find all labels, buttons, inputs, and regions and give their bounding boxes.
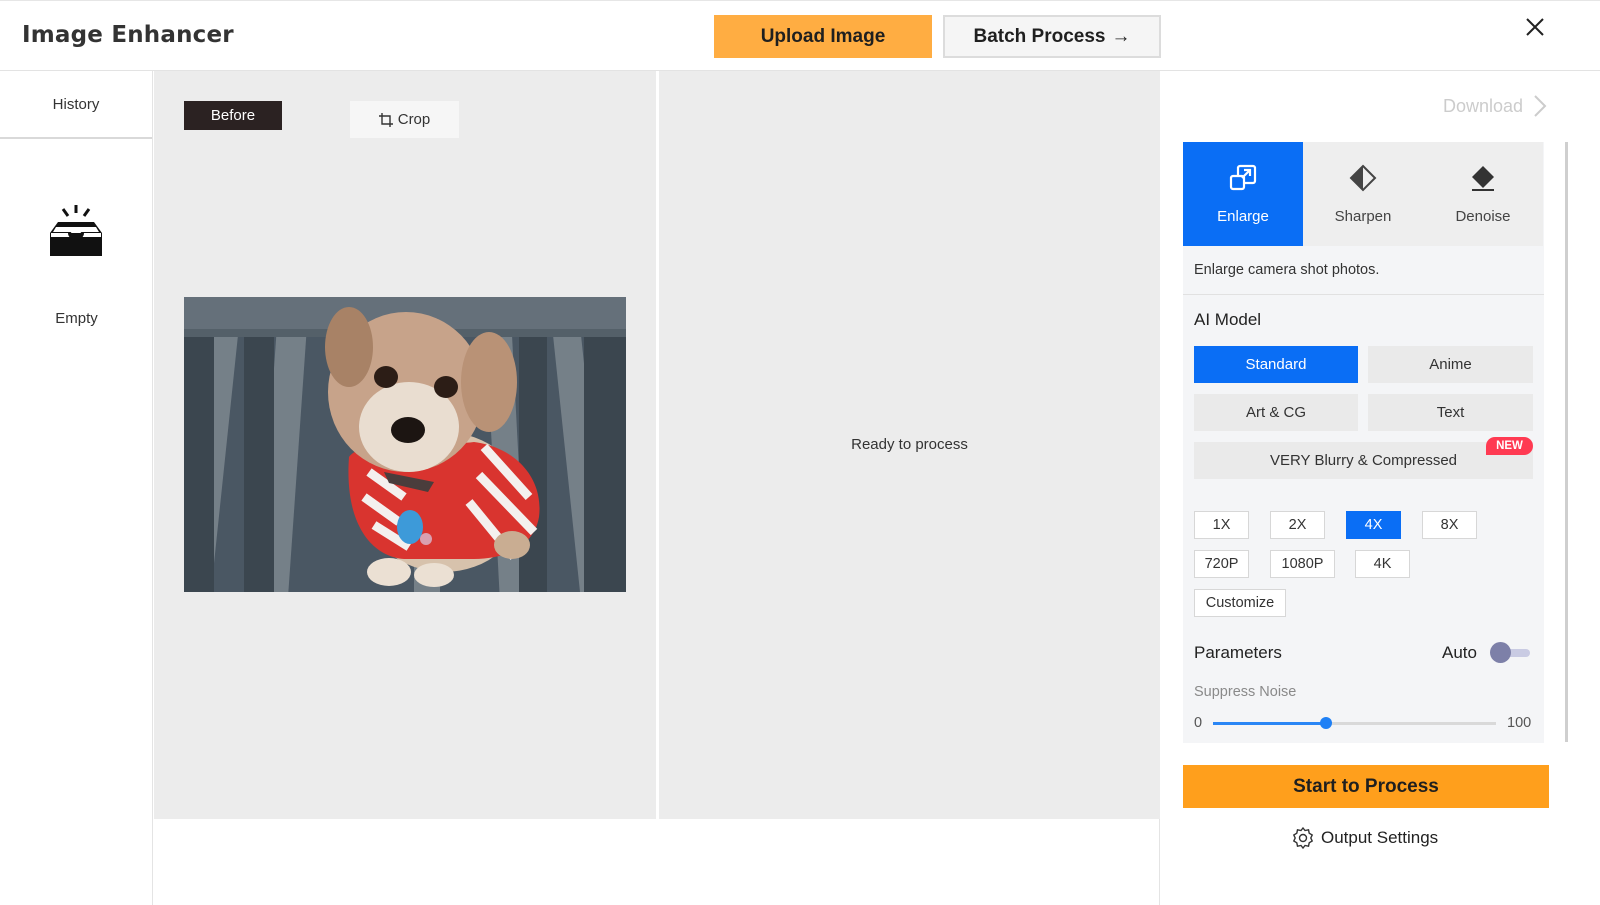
gear-icon	[1292, 826, 1314, 850]
suppress-noise-label: Suppress Noise	[1194, 684, 1297, 700]
model-art-cg-button[interactable]: Art & CG	[1194, 394, 1358, 431]
slider-handle[interactable]	[1320, 717, 1333, 729]
before-canvas: Before Crop	[154, 71, 656, 819]
mode-description: Enlarge camera shot photos.	[1183, 246, 1544, 295]
history-empty-label: Empty	[55, 310, 98, 327]
scale-customize-button[interactable]: Customize	[1194, 589, 1286, 617]
tab-enlarge[interactable]: Enlarge	[1183, 142, 1303, 246]
settings-panel: Download Enlarge Sharpen Denoise Enlarge…	[1161, 71, 1600, 905]
tab-denoise[interactable]: Denoise	[1423, 142, 1543, 246]
output-settings-button[interactable]: Output Settings	[1291, 826, 1438, 850]
top-bar: Image Enhancer Upload Image Batch Proces…	[0, 0, 1600, 71]
arrow-right-icon: →	[1111, 25, 1131, 47]
download-label: Download	[1443, 95, 1524, 116]
start-process-button[interactable]: Start to Process	[1183, 765, 1549, 808]
before-badge: Before	[184, 101, 282, 130]
new-badge: NEW	[1486, 437, 1533, 455]
scale-8x-button[interactable]: 8X	[1422, 511, 1477, 539]
auto-label: Auto	[1442, 643, 1477, 662]
parameters-label: Parameters	[1194, 643, 1282, 662]
ready-status: Ready to process	[851, 436, 968, 453]
scale-4k-button[interactable]: 4K	[1355, 550, 1410, 578]
crop-button[interactable]: Crop	[350, 101, 459, 138]
crop-icon	[378, 112, 393, 127]
output-settings-label: Output Settings	[1321, 828, 1439, 847]
model-text-button[interactable]: Text	[1368, 394, 1533, 431]
close-icon[interactable]	[1522, 14, 1548, 40]
panel-scrollbar[interactable]	[1565, 142, 1568, 742]
slider-max-label: 100	[1507, 715, 1532, 731]
tab-sharpen-label: Sharpen	[1334, 207, 1392, 225]
scale-720p-button[interactable]: 720P	[1194, 550, 1249, 578]
batch-process-label: Batch Process	[973, 25, 1106, 47]
download-button[interactable]: Download	[1443, 95, 1547, 117]
upload-image-button[interactable]: Upload Image	[714, 15, 932, 58]
slider-fill	[1213, 722, 1327, 725]
enlarge-icon	[1229, 164, 1257, 190]
model-standard-button[interactable]: Standard	[1194, 346, 1358, 383]
denoise-icon	[1472, 165, 1494, 191]
crop-label: Crop	[397, 111, 431, 128]
tab-enlarge-label: Enlarge	[1217, 207, 1269, 225]
tab-denoise-label: Denoise	[1455, 207, 1511, 225]
suppress-noise-slider[interactable]	[1213, 717, 1496, 729]
settings-box: Enlarge Sharpen Denoise Enlarge camera s…	[1183, 142, 1544, 743]
tab-sharpen[interactable]: Sharpen	[1303, 142, 1423, 246]
after-canvas: Ready to process	[659, 71, 1160, 819]
model-anime-button[interactable]: Anime	[1368, 346, 1533, 383]
auto-toggle-knob	[1490, 642, 1511, 663]
chevron-right-icon	[1534, 95, 1547, 117]
scale-1x-button[interactable]: 1X	[1194, 511, 1249, 539]
batch-process-button[interactable]: Batch Process →	[943, 15, 1161, 58]
scale-4x-button[interactable]: 4X	[1346, 511, 1401, 539]
source-photo	[184, 297, 626, 592]
bottom-strip	[154, 819, 1160, 905]
ai-model-title: AI Model	[1194, 310, 1262, 329]
slider-min-label: 0	[1194, 715, 1203, 731]
model-very-blurry-button[interactable]: VERY Blurry & Compressed	[1194, 442, 1533, 479]
sharpen-icon	[1349, 164, 1377, 191]
mode-tabs: Enlarge Sharpen Denoise	[1183, 142, 1544, 246]
app-title: Image Enhancer	[22, 22, 234, 48]
scale-2x-button[interactable]: 2X	[1270, 511, 1325, 539]
history-tab[interactable]: History	[0, 71, 152, 139]
scale-1080p-button[interactable]: 1080P	[1270, 550, 1335, 578]
auto-toggle[interactable]	[1490, 642, 1533, 664]
empty-tray-icon	[48, 205, 104, 262]
history-sidebar: History Empty	[0, 71, 153, 905]
